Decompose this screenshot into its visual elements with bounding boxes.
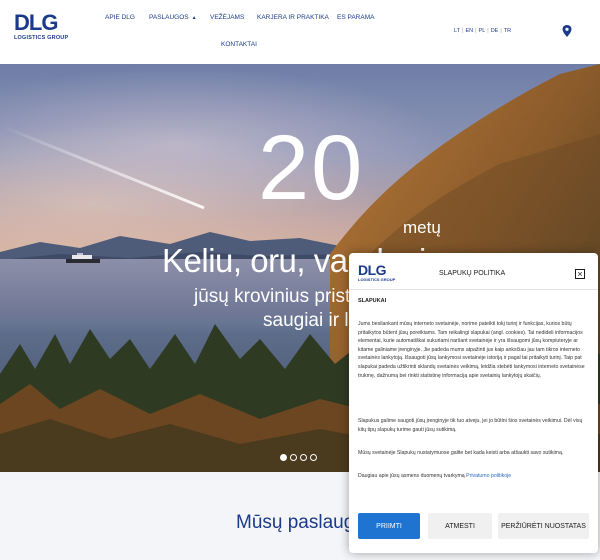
lang-pl[interactable]: PL <box>479 28 486 34</box>
location-pin-icon[interactable] <box>562 25 572 37</box>
hero-years-number: 20 <box>258 117 365 219</box>
carousel-dot[interactable] <box>300 454 307 461</box>
lang-de[interactable]: DE <box>491 28 499 34</box>
modal-paragraph-4: Daugiau apie jūsų asmens duomenų tvarkym… <box>358 472 586 481</box>
carousel-dot[interactable] <box>280 454 287 461</box>
cookie-consent-modal: DLG LOGISTICS GROUP SLAPUKŲ POLITIKA × S… <box>349 253 598 553</box>
nav-item-paslaugos-label: PASLAUGOS <box>149 14 189 21</box>
carousel-dot[interactable] <box>310 454 317 461</box>
modal-logo-subtitle: LOGISTICS GROUP <box>358 277 396 282</box>
reject-button[interactable]: ATMESTI <box>428 513 492 539</box>
modal-paragraph-3: Mūsų svetainėje Slapukų nustatymuose gal… <box>358 450 564 456</box>
logo-mark: DLG <box>14 10 58 35</box>
logo-subtitle: LOGISTICS GROUP <box>14 35 69 41</box>
lang-en[interactable]: EN <box>465 28 473 34</box>
lang-separator: | <box>487 28 489 34</box>
accept-button[interactable]: PRIIMTI <box>358 513 420 539</box>
lang-tr[interactable]: TR <box>504 28 511 34</box>
modal-paragraph-4-text: Daugiau apie jūsų asmens duomenų tvarkym… <box>358 473 465 479</box>
dropdown-arrow-icon: ▲ <box>191 15 197 21</box>
nav-item-karjera[interactable]: KARJERA IR PRAKTIKA <box>257 14 329 21</box>
modal-logo: DLG LOGISTICS GROUP <box>358 263 395 282</box>
view-preferences-button[interactable]: PERŽIŪRĖTI NUOSTATAS <box>498 513 589 539</box>
lang-separator: | <box>462 28 464 34</box>
lang-separator: | <box>475 28 477 34</box>
close-icon[interactable]: × <box>575 269 585 279</box>
site-header: DLG LOGISTICS GROUP APIE DLG PASLAUGOS ▲ … <box>0 0 600 64</box>
modal-divider <box>349 289 598 290</box>
hero-years-suffix: metų <box>403 218 441 237</box>
modal-buttons: PRIIMTI ATMESTI PERŽIŪRĖTI NUOSTATAS <box>358 513 589 539</box>
language-switcher: LT | EN | PL | DE | TR <box>454 28 511 34</box>
modal-paragraph-2: Slapukus galime saugoti jūsų įrenginyje … <box>358 418 583 433</box>
nav-item-apie-dlg[interactable]: APIE DLG <box>105 14 135 21</box>
lang-separator: | <box>500 28 502 34</box>
modal-section-label: SLAPUKAI <box>358 298 387 304</box>
carousel-dot[interactable] <box>290 454 297 461</box>
lang-lt[interactable]: LT <box>454 28 460 34</box>
privacy-policy-link[interactable]: Privatumo politikoje <box>466 473 511 479</box>
dlg-logo[interactable]: DLG LOGISTICS GROUP <box>14 10 69 48</box>
nav-item-kontaktai[interactable]: KONTAKTAI <box>221 41 257 48</box>
nav-item-vezejams[interactable]: VEŽĖJAMS <box>210 14 244 21</box>
nav-item-es-parama[interactable]: ES PARAMA <box>337 14 374 21</box>
modal-title: SLAPUKŲ POLITIKA <box>439 270 506 277</box>
ship-illustration <box>66 253 100 263</box>
modal-logo-mark: DLG <box>358 262 387 278</box>
carousel-dots <box>280 454 317 461</box>
modal-paragraph-1: Jums besilankant mūsų interneto svetainė… <box>358 321 585 379</box>
nav-item-paslaugos[interactable]: PASLAUGOS ▲ <box>149 14 197 21</box>
